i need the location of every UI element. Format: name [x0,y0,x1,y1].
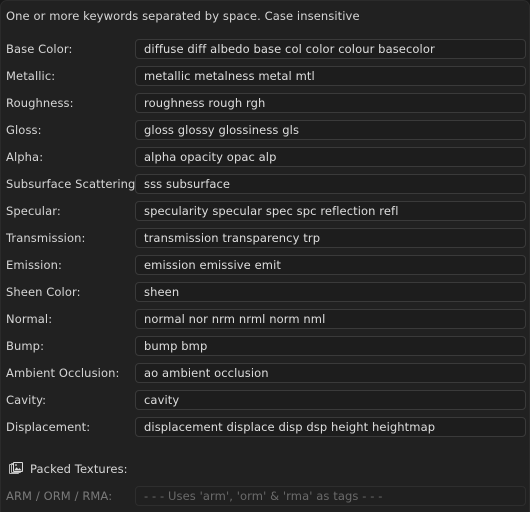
keyword-row: Emission: emission emissive emit [1,255,529,275]
row-label: Subsurface Scattering: [6,177,140,191]
keyword-row: Gloss: gloss glossy glossiness gls [1,120,529,140]
keyword-row: Subsurface Scattering: sss subsurface [1,174,529,194]
keyword-row: Sheen Color: sheen [1,282,529,302]
keyword-rows-list: Base Color: diffuse diff albedo base col … [1,39,529,444]
row-label: Emission: [6,258,62,272]
keyword-row: Ambient Occlusion: ao ambient occlusion [1,363,529,383]
packed-textures-title: Packed Textures: [30,462,128,476]
packed-textures-section-header: Packed Textures: [1,459,529,479]
row-label: Metallic: [6,69,56,83]
keyword-input[interactable]: roughness rough rgh [135,93,526,113]
keyword-input[interactable]: displacement displace disp dsp height he… [135,417,526,437]
keyword-row: Alpha: alpha opacity opac alp [1,147,529,167]
keyword-row: Metallic: metallic metalness metal mtl [1,66,529,86]
keyword-input[interactable]: ao ambient occlusion [135,363,526,383]
packed-textures-row: ARM / ORM / RMA: - - - Uses 'arm', 'orm'… [1,486,529,506]
row-label-arm-orm-rma: ARM / ORM / RMA: [6,489,113,503]
keyword-input[interactable]: transmission transparency trp [135,228,526,248]
keyword-row: Normal: normal nor nrm nrml norm nml [1,309,529,329]
row-label: Sheen Color: [6,285,81,299]
keyword-input[interactable]: diffuse diff albedo base col color colou… [135,39,526,59]
keyword-row: Specular: specularity specular spec spc r… [1,201,529,221]
row-label: Specular: [6,204,61,218]
keyword-input[interactable]: emission emissive emit [135,255,526,275]
keyword-row: Displacement: displacement displace disp … [1,417,529,437]
keyword-input[interactable]: alpha opacity opac alp [135,147,526,167]
header-note: One or more keywords separated by space.… [6,9,360,23]
row-label: Bump: [6,339,45,353]
keyword-input[interactable]: gloss glossy glossiness gls [135,120,526,140]
preferences-panel: One or more keywords separated by space.… [0,0,530,512]
keyword-row: Cavity: cavity [1,390,529,410]
keyword-row: Roughness: roughness rough rgh [1,93,529,113]
keyword-input[interactable]: cavity [135,390,526,410]
keyword-input[interactable]: bump bmp [135,336,526,356]
keyword-row: Base Color: diffuse diff albedo base col … [1,39,529,59]
keyword-row: Bump: bump bmp [1,336,529,356]
keyword-input[interactable]: sheen [135,282,526,302]
row-label: Alpha: [6,150,44,164]
row-label: Transmission: [6,231,86,245]
row-label: Roughness: [6,96,74,110]
keyword-input[interactable]: metallic metalness metal mtl [135,66,526,86]
row-label: Normal: [6,312,53,326]
keyword-input[interactable]: specularity specular spec spc reflection… [135,201,526,221]
keyword-row: Transmission: transmission transparency t… [1,228,529,248]
keyword-input-arm-orm-rma[interactable]: - - - Uses 'arm', 'orm' & 'rma' as tags … [135,486,526,506]
keyword-input[interactable]: normal nor nrm nrml norm nml [135,309,526,329]
row-label: Cavity: [6,393,47,407]
keyword-input[interactable]: sss subsurface [135,174,526,194]
row-label: Gloss: [6,123,42,137]
row-label: Ambient Occlusion: [6,366,120,380]
row-label: Displacement: [6,420,91,434]
packed-images-icon [8,461,24,477]
row-label: Base Color: [6,42,73,56]
